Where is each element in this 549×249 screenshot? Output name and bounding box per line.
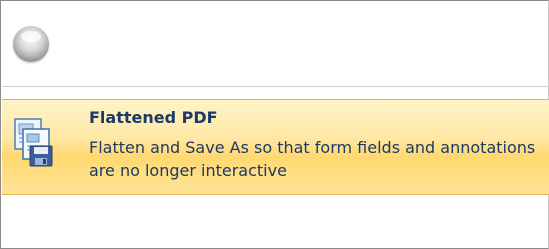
flattened-pdf-icon [14,118,53,167]
menu-orb-icon[interactable] [13,26,49,62]
divider [2,86,549,87]
menu-panel: Flattened PDF Flatten and Save As so tha… [0,0,549,249]
menu-item-description: Flatten and Save As so that form fields … [89,138,536,180]
menu-item-title: Flattened PDF [89,108,218,127]
menu-item-flattened-pdf[interactable]: Flattened PDF Flatten and Save As so tha… [2,99,549,195]
